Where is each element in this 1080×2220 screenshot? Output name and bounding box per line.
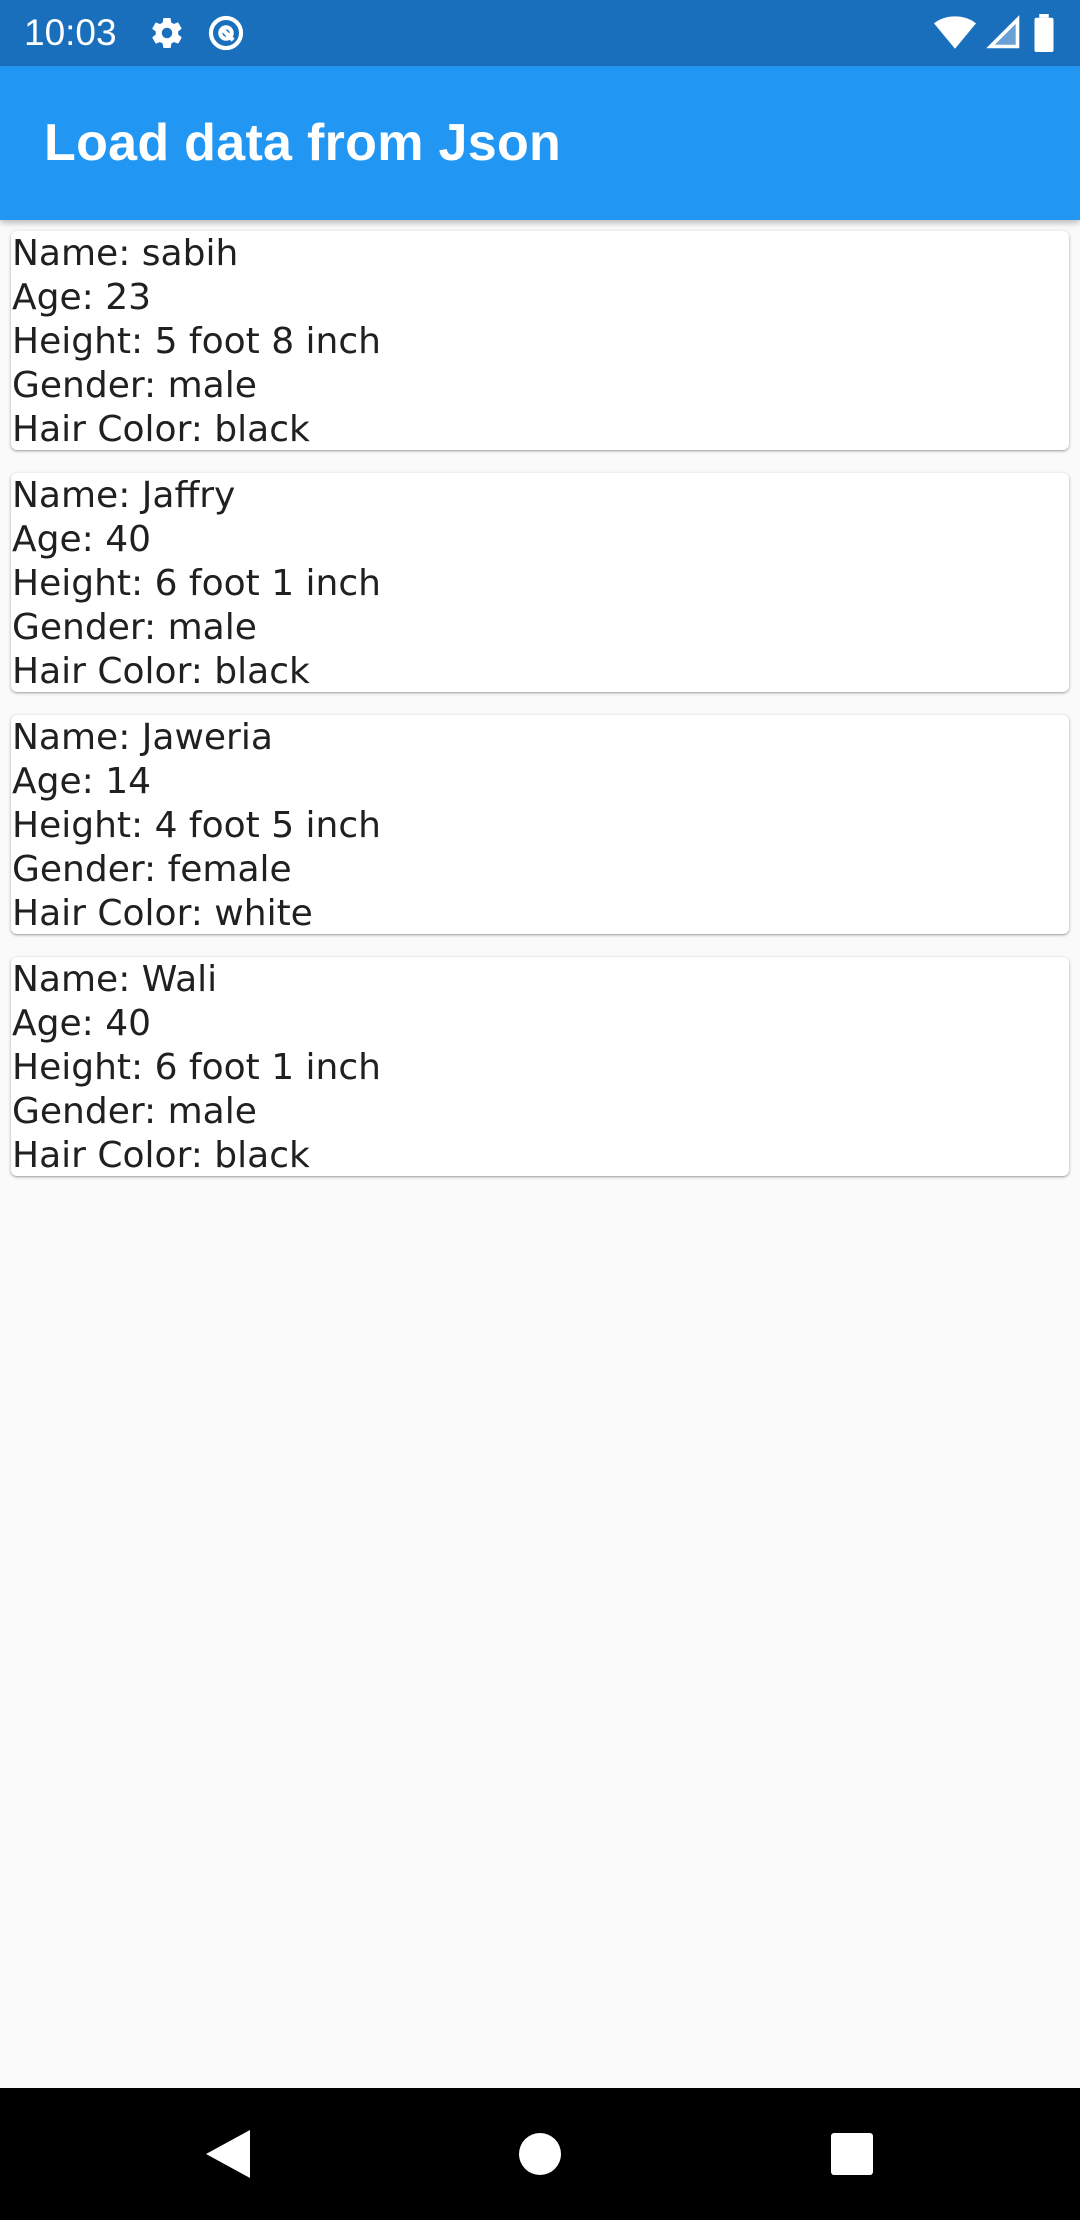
status-bar: 10:03: [0, 0, 1080, 66]
list-item[interactable]: Name: Jaweria Age: 14 Height: 4 foot 5 i…: [11, 715, 1069, 934]
settings-icon: [149, 15, 185, 51]
list-item[interactable]: Name: Wali Age: 40 Height: 6 foot 1 inch…: [11, 957, 1069, 1176]
at-sign-icon: [207, 14, 245, 52]
home-icon[interactable]: [512, 2126, 568, 2182]
person-gender: Gender: male: [12, 1091, 257, 1132]
person-name: Name: Jaweria: [12, 717, 273, 758]
person-name: Name: Jaffry: [12, 475, 236, 516]
person-hair-color: Hair Color: white: [12, 893, 313, 934]
battery-icon: [1032, 14, 1056, 52]
person-hair-color: Hair Color: black: [12, 651, 310, 692]
person-name: Name: Wali: [12, 959, 218, 1000]
person-height: Height: 5 foot 8 inch: [12, 321, 381, 362]
cell-signal-icon: [986, 15, 1022, 51]
app-bar: Load data from Json: [0, 66, 1080, 220]
wifi-icon: [934, 15, 976, 51]
person-age: Age: 23: [12, 277, 152, 318]
person-age: Age: 40: [12, 1003, 152, 1044]
recents-icon[interactable]: [824, 2126, 880, 2182]
status-time: 10:03: [24, 12, 117, 53]
person-height: Height: 6 foot 1 inch: [12, 563, 381, 604]
list-item[interactable]: Name: Jaffry Age: 40 Height: 6 foot 1 in…: [11, 473, 1069, 692]
person-gender: Gender: male: [12, 607, 257, 648]
person-gender: Gender: male: [12, 365, 257, 406]
person-height: Height: 6 foot 1 inch: [12, 1047, 381, 1088]
person-age: Age: 14: [12, 761, 152, 802]
person-name: Name: sabih: [12, 233, 239, 274]
list-item[interactable]: Name: sabih Age: 23 Height: 5 foot 8 inc…: [11, 231, 1069, 450]
people-list[interactable]: Name: sabih Age: 23 Height: 5 foot 8 inc…: [11, 231, 1069, 1199]
navigation-bar: [0, 2088, 1080, 2220]
person-gender: Gender: female: [12, 849, 292, 890]
person-hair-color: Hair Color: black: [12, 1135, 310, 1176]
back-icon[interactable]: [200, 2126, 256, 2182]
person-age: Age: 40: [12, 519, 152, 560]
page-title: Load data from Json: [44, 114, 562, 172]
person-hair-color: Hair Color: black: [12, 409, 310, 450]
person-height: Height: 4 foot 5 inch: [12, 805, 381, 846]
